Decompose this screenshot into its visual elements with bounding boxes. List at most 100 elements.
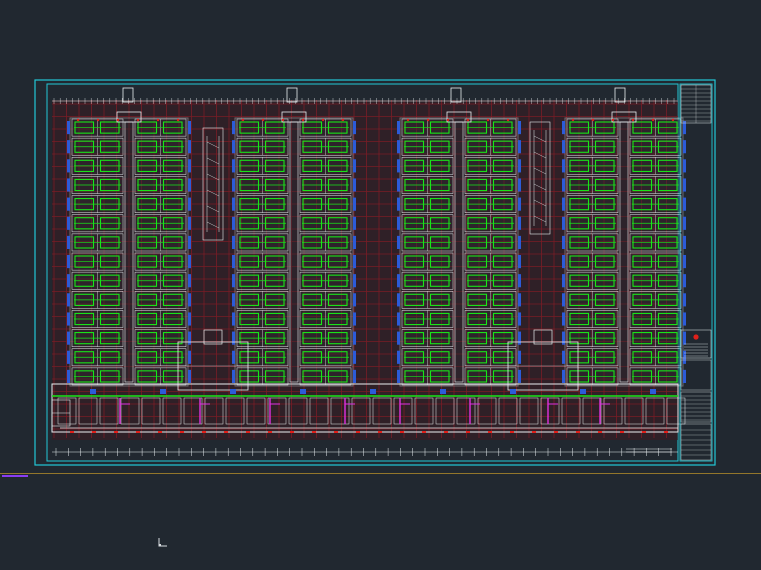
block-outline — [399, 117, 519, 387]
marker-dot — [281, 118, 285, 122]
marker-dot — [671, 118, 675, 122]
marker-dot — [156, 118, 160, 122]
north-marker-icon — [693, 334, 699, 340]
duct-riser — [353, 350, 356, 364]
marker-dot — [406, 118, 410, 122]
unit-block — [232, 111, 356, 387]
podium-red-mark — [290, 431, 294, 433]
marker-dot — [96, 118, 100, 122]
duct-riser — [188, 235, 191, 249]
duct-riser — [67, 312, 70, 326]
podium-red-mark — [268, 431, 272, 433]
duct-riser — [67, 350, 70, 364]
duct-riser — [353, 312, 356, 326]
duct-riser — [232, 178, 235, 192]
duct-riser — [518, 121, 521, 135]
duct-riser — [562, 178, 565, 192]
duct-riser — [397, 159, 400, 173]
duct-riser — [353, 197, 356, 211]
podium-red-mark — [532, 431, 536, 433]
marker-dot — [176, 118, 180, 122]
podium-red-mark — [92, 431, 96, 433]
duct-riser — [518, 178, 521, 192]
podium-red-mark — [334, 431, 338, 433]
duct-riser — [232, 255, 235, 269]
duct-riser — [353, 255, 356, 269]
duct-riser — [397, 274, 400, 288]
marker-dot — [611, 118, 615, 122]
duct-riser — [232, 121, 235, 135]
duct-riser — [397, 178, 400, 192]
marker-dot — [486, 118, 490, 122]
duct-riser — [397, 312, 400, 326]
podium-red-mark — [312, 431, 316, 433]
podium-duct — [370, 389, 376, 394]
podium-red-mark — [356, 431, 360, 433]
duct-riser — [188, 197, 191, 211]
duct-riser — [562, 274, 565, 288]
drawing-limits-line — [0, 473, 761, 474]
drawing-info-table — [680, 423, 712, 461]
duct-riser — [188, 255, 191, 269]
duct-riser — [353, 369, 356, 383]
duct-riser — [562, 197, 565, 211]
duct-riser — [232, 331, 235, 345]
duct-riser — [67, 159, 70, 173]
duct-riser — [683, 178, 686, 192]
duct-riser — [397, 140, 400, 154]
duct-riser — [353, 274, 356, 288]
duct-riser — [67, 235, 70, 249]
floor-plan-area — [51, 87, 686, 456]
duct-riser — [518, 293, 521, 307]
duct-riser — [232, 235, 235, 249]
duct-riser — [683, 369, 686, 383]
duct-riser — [683, 331, 686, 345]
duct-riser — [67, 216, 70, 230]
duct-riser — [518, 350, 521, 364]
duct-riser — [188, 350, 191, 364]
duct-riser — [353, 159, 356, 173]
block-outline — [564, 117, 684, 387]
duct-riser — [67, 197, 70, 211]
duct-riser — [353, 178, 356, 192]
duct-riser — [188, 312, 191, 326]
marker-dot — [76, 118, 80, 122]
duct-riser — [683, 255, 686, 269]
podium-red-mark — [664, 431, 668, 433]
podium-duct — [440, 389, 446, 394]
unit-block — [562, 111, 686, 387]
marker-dot — [506, 118, 510, 122]
duct-riser — [562, 140, 565, 154]
duct-riser — [518, 312, 521, 326]
unit-block — [67, 111, 191, 387]
duct-riser — [683, 216, 686, 230]
duct-riser — [683, 235, 686, 249]
duct-riser — [188, 293, 191, 307]
podium-duct — [230, 389, 236, 394]
duct-riser — [232, 216, 235, 230]
duct-riser — [232, 369, 235, 383]
podium-red-mark — [554, 431, 558, 433]
duct-riser — [683, 140, 686, 154]
duct-riser — [353, 235, 356, 249]
duct-riser — [67, 255, 70, 269]
duct-riser — [397, 255, 400, 269]
duct-riser — [397, 121, 400, 135]
duct-riser — [353, 293, 356, 307]
duct-riser — [562, 235, 565, 249]
podium-red-mark — [114, 431, 118, 433]
duct-riser — [518, 331, 521, 345]
podium-red-mark — [620, 431, 624, 433]
cad-model-viewport[interactable] — [0, 0, 761, 570]
signature-table — [680, 391, 712, 423]
duct-riser — [518, 216, 521, 230]
duct-riser — [353, 121, 356, 135]
duct-riser — [562, 159, 565, 173]
podium-red-mark — [224, 431, 228, 433]
duct-riser — [67, 274, 70, 288]
marker-dot — [631, 118, 635, 122]
duct-riser — [518, 140, 521, 154]
duct-riser — [188, 178, 191, 192]
podium-red-mark — [510, 431, 514, 433]
duct-riser — [232, 140, 235, 154]
